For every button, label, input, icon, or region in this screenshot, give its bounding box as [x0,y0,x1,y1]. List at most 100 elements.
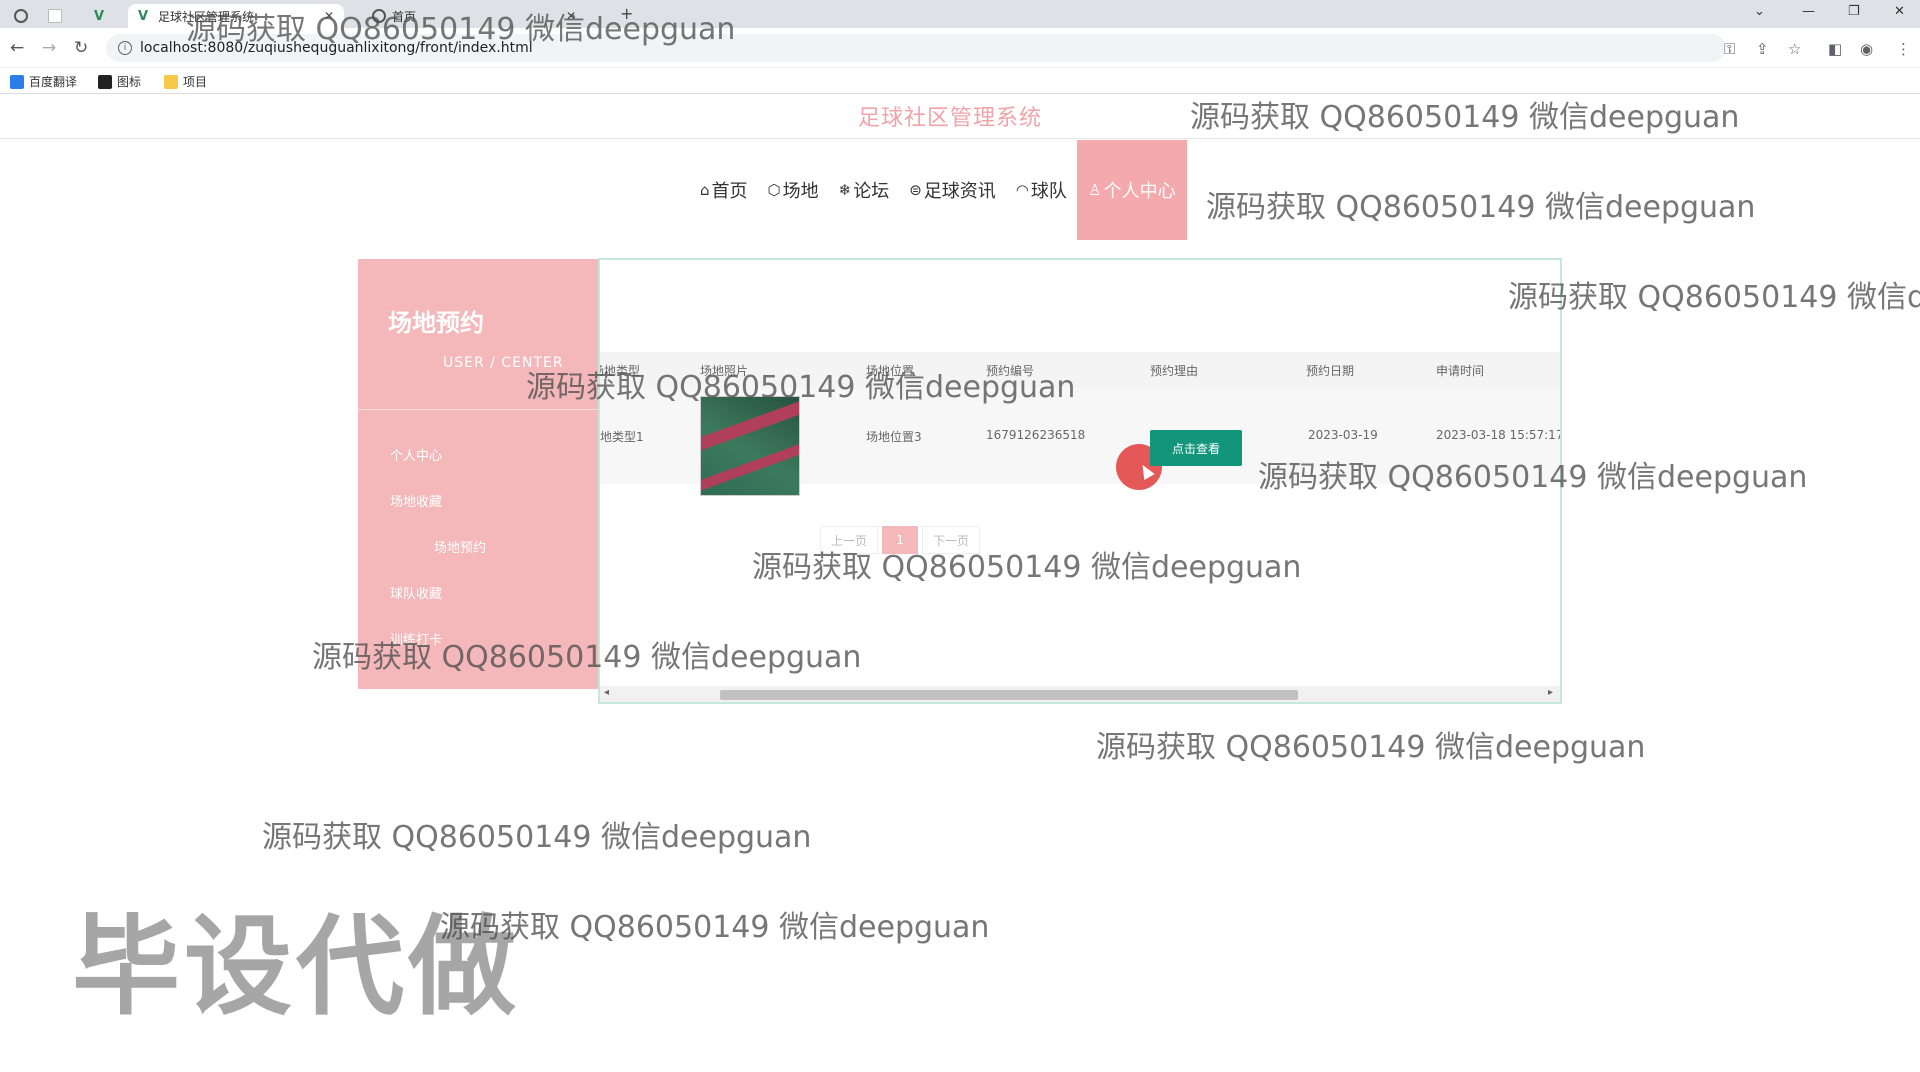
news-icon: ⊜ [909,181,922,199]
watermark: 源码获取 QQ86050149 微信deepguan [1096,730,1646,765]
bookmark-label: 项目 [183,75,208,89]
image-icon [98,74,112,89]
browser-tabbar: V V 足球社区管理系统 ✕ 首页 ✕ + ⌄ — ❐ ✕ [0,0,1920,28]
url-text: localhost:8080/zuqiushequguanlixitong/fr… [140,40,533,56]
table-header: 场地类型 场地照片 场地位置 预约编号 预约理由 预约日期 申请时间 [600,352,1560,388]
pagination: 上一页 1 下一页 [820,526,981,554]
tab-label: 足球社区管理系统 [158,9,255,24]
page-icon [48,9,62,23]
profile-icon[interactable]: ◉ [1860,40,1873,58]
nav-news[interactable]: ⊜ 足球资讯 [899,140,1006,240]
bookmarks-bar: 百度翻译 图标 项目 [0,68,1920,94]
page-number-button[interactable]: 1 [882,526,919,554]
nav-forum[interactable]: ❄ 论坛 [829,140,900,240]
folder-icon [164,74,178,89]
vue-logo-icon: V [94,9,105,24]
close-window-button[interactable]: ✕ [1894,4,1905,19]
close-icon[interactable]: ✕ [324,9,334,23]
venue-type-cell: 地类型1 [600,430,644,444]
nav-user-center[interactable]: ♙ 个人中心 [1076,140,1187,240]
scroll-right-icon[interactable]: ▸ [1548,687,1553,698]
new-tab-button[interactable]: + [620,4,633,23]
watermark-large: 毕设代做 [72,905,521,1030]
menu-icon[interactable]: ⋮ [1896,40,1911,58]
main-nav: ⌂ 首页 ⬡ 场地 ❄ 论坛 ⊜ 足球资讯 ◠ 球队 ♙ 个人中心 [690,140,1187,240]
column-header: 场地类型 [600,364,641,378]
user-sidebar: 场地预约 USER / CENTER 个人中心 场地收藏 场地预约 球队收藏 训… [358,259,600,689]
sidebar-subtitle: USER / CENTER [443,355,564,371]
nav-label: 足球资讯 [923,181,996,202]
nav-label: 个人中心 [1103,181,1176,202]
back-icon[interactable]: ← [10,38,24,58]
bookmark-item[interactable]: 百度翻译 [10,73,77,90]
column-header: 场地位置 [866,364,915,378]
prev-page-button[interactable]: 上一页 [820,526,879,554]
watermark: 源码获取 QQ86050149 微信deepguan [440,910,990,945]
user-icon: ♙ [1088,181,1102,199]
close-icon[interactable]: ✕ [566,9,576,23]
venue-location-cell: 场地位置3 [866,430,922,444]
scroll-left-icon[interactable]: ◂ [604,687,609,698]
cube-icon: ⬡ [767,181,781,199]
tab-label: 首页 [392,9,417,24]
column-header: 预约日期 [1306,364,1355,378]
address-bar: ← → ↻ i localhost:8080/zuqiushequguanlix… [0,28,1920,68]
bookmark-item[interactable]: 项目 [164,73,207,90]
restore-button[interactable]: ❐ [1848,4,1860,19]
sidebar-item-venue-booking[interactable]: 场地预约 [434,537,486,556]
booking-date-cell: 2023-03-19 [1308,428,1378,442]
sidepanel-icon[interactable]: ◧ [1828,40,1842,58]
applied-time-cell: 2023-03-18 15:57:17 [1436,428,1562,442]
sidebar-item-team-favorites[interactable]: 球队收藏 [390,583,442,602]
reload-icon[interactable]: ↻ [74,38,88,58]
globe-icon [14,9,28,23]
table-row: 地类型1 场地位置3 1679126236518 点击查看 2023-03-19… [600,388,1562,496]
bookmark-item[interactable]: 图标 [98,73,141,90]
browser-tab-active[interactable]: V 足球社区管理系统 ✕ [128,4,345,28]
snowflake-icon: ❄ [838,181,852,199]
watermark: 源码获取 QQ86050149 微信d [1508,280,1920,315]
vue-logo-icon: V [138,9,149,24]
forward-icon[interactable]: → [42,38,56,58]
url-input[interactable]: i localhost:8080/zuqiushequguanlixitong/… [106,34,1726,62]
bookmark-label: 图标 [117,75,142,89]
tab-search-icon[interactable]: ⌄ [1754,4,1765,19]
browser-tab[interactable]: 首页 ✕ [372,4,576,28]
browser-tab[interactable]: V [94,4,114,28]
star-icon[interactable]: ☆ [1788,40,1801,58]
bookmark-label: 百度翻译 [29,75,78,89]
home-icon: ⌂ [700,181,710,199]
info-icon[interactable]: i [118,41,132,55]
key-icon[interactable]: ⚿ [1724,40,1735,58]
booking-table-panel: 场地类型 场地照片 场地位置 预约编号 预约理由 预约日期 申请时间 地类型1 … [598,258,1562,704]
column-header: 场地照片 [700,364,749,378]
nav-label: 场地 [782,181,819,202]
divider [0,138,1920,139]
minimize-button[interactable]: — [1802,4,1815,19]
column-header: 预约理由 [1150,364,1199,378]
view-reason-button[interactable]: 点击查看 [1150,430,1242,466]
scrollbar-thumb[interactable] [720,690,1298,700]
browser-tab[interactable] [48,4,68,28]
share-icon[interactable]: ⇪ [1756,40,1769,58]
venue-photo [700,396,800,496]
site-title: 足球社区管理系统 [857,106,1042,131]
browser-tab[interactable] [14,4,34,28]
sidebar-item-profile[interactable]: 个人中心 [390,445,442,464]
sidebar-item-venue-favorites[interactable]: 场地收藏 [390,491,442,510]
booking-number-cell: 1679126236518 [986,428,1086,442]
sidebar-item-checkin[interactable]: 训练打卡 [390,629,442,648]
watermark: 源码获取 QQ86050149 微信deepguan [262,820,812,855]
watermark: 源码获取 QQ86050149 微信deepguan [1206,190,1756,225]
divider [358,409,600,410]
nav-label: 论坛 [853,181,890,202]
nav-label: 球队 [1030,181,1067,202]
translate-icon [10,74,24,89]
nav-venue[interactable]: ⬡ 场地 [758,140,829,240]
globe-icon [372,9,386,23]
nav-home[interactable]: ⌂ 首页 [690,140,758,240]
horizontal-scrollbar[interactable]: ◂ ▸ [600,686,1560,702]
next-page-button[interactable]: 下一页 [922,526,981,554]
gauge-icon: ◠ [1015,181,1029,199]
nav-team[interactable]: ◠ 球队 [1006,140,1077,240]
